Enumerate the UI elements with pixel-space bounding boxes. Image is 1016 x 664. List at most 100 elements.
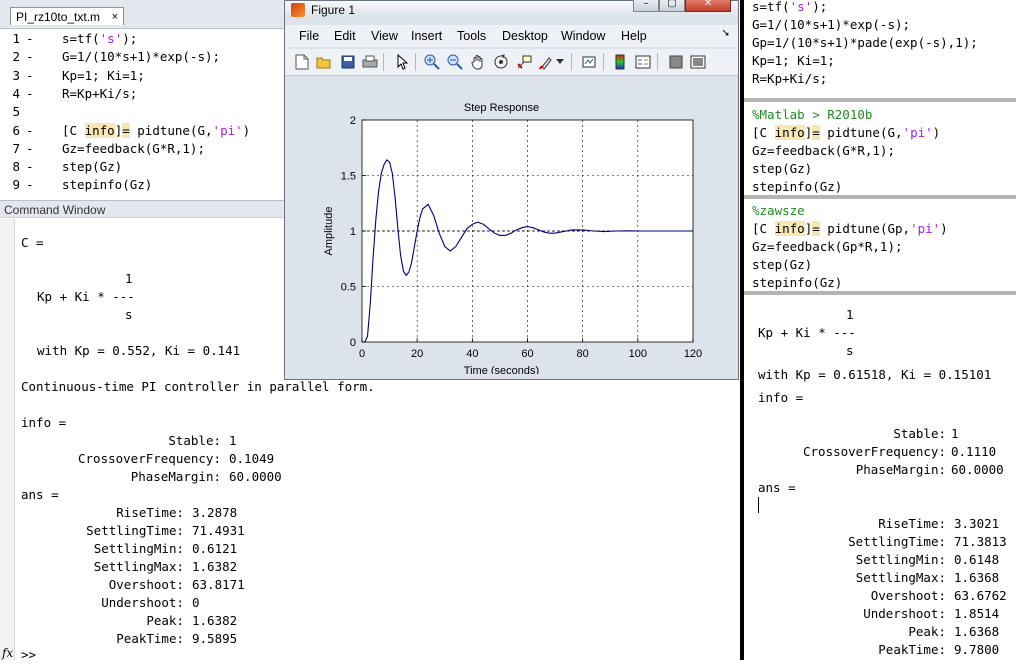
x-tick-label: 20 (411, 348, 423, 360)
brush-icon[interactable] (538, 53, 556, 71)
close-button[interactable]: ✕ (685, 0, 731, 12)
save-icon[interactable] (339, 53, 357, 71)
open-file-icon[interactable] (315, 53, 333, 71)
print-icon[interactable] (361, 53, 379, 71)
script-line[interactable]: stepinfo(Gz) (752, 274, 842, 292)
breakpoint-marker[interactable]: - (26, 30, 34, 48)
y-tick-label: 0.5 (341, 282, 356, 294)
rotate-icon[interactable] (492, 53, 510, 71)
script-line[interactable]: Gz=feedback(G*R,1); (752, 142, 895, 160)
code-text: [C info]= pidtune(G,'pi') (62, 122, 251, 138)
editor-line[interactable]: 3- Kp=1; Ki=1; (0, 67, 286, 85)
menu-help[interactable]: Help (621, 29, 647, 43)
breakpoint-marker[interactable]: - (26, 85, 34, 103)
breakpoint-marker[interactable]: - (26, 140, 34, 158)
code-text: R=Kp+Ki/s; (62, 85, 138, 101)
toolbar-separator (571, 53, 572, 71)
show-plot-tools-icon[interactable] (689, 53, 707, 71)
colorbar-icon[interactable] (611, 53, 629, 71)
menu-tools[interactable]: Tools (457, 29, 486, 43)
ans-key: Undershoot: (101, 595, 184, 610)
script-line[interactable]: Gz=feedback(Gp*R,1); (752, 238, 903, 256)
tf-numerator: 1 (125, 271, 133, 286)
editor-line[interactable]: 4- R=Kp+Ki/s; (0, 85, 286, 103)
script-line[interactable]: Gp=1/(10*s+1)*pade(exp(-s),1); (752, 34, 978, 52)
info-key: CrossoverFrequency: (78, 451, 221, 466)
line-number: 2 (12, 49, 20, 65)
editor-line[interactable]: 1- s=tf('s'); (0, 30, 286, 48)
script-line[interactable]: step(Gz) (752, 256, 812, 274)
line-number: 5 (12, 104, 20, 120)
r-ans-key: RiseTime: (878, 516, 946, 531)
comment-zawsze: %zawsze (752, 203, 805, 218)
editor-panel: PI_rz10to_txt.m × 1- s=tf('s'); 2- G=1/(10*… (0, 0, 286, 200)
figure-menu-bar: File Edit View Insert Tools Desktop Wind… (285, 25, 738, 47)
brush-dropdown-icon[interactable] (555, 53, 565, 71)
script-line[interactable]: s=tf('s'); (752, 0, 827, 16)
r-ans-value: 63.6762 (954, 588, 1007, 603)
step-response-plot[interactable]: 0 20 40 60 80 100 120 0 0.5 1 1.5 2 Step Response Tim… (289, 77, 733, 374)
ans-key: RiseTime: (116, 505, 184, 520)
zoom-in-icon[interactable] (423, 53, 441, 71)
c-label: C = (21, 235, 44, 250)
script-line[interactable]: R=Kp+Ki/s; (752, 70, 827, 88)
editor-line[interactable]: 5 (0, 103, 286, 121)
info-value: 0.1049 (229, 451, 275, 466)
pan-icon[interactable] (469, 53, 487, 71)
breakpoint-marker[interactable]: - (26, 67, 34, 85)
breakpoint-marker[interactable]: - (26, 48, 34, 66)
fx-icon[interactable]: fx (2, 646, 13, 660)
script-line[interactable]: [C info]= pidtune(Gp,'pi') (752, 220, 948, 238)
gains-line: with Kp = 0.552, Ki = 0.141 (37, 343, 241, 358)
r-ans-key: Overshoot: (870, 588, 946, 603)
pointer-icon[interactable] (393, 53, 411, 71)
tf-denominator: s (125, 307, 133, 322)
info-label: info = (21, 415, 67, 430)
menu-file[interactable]: File (299, 29, 319, 43)
maximize-button[interactable]: ▢ (659, 0, 685, 12)
figure-title-bar[interactable]: Figure 1 – ▢ ✕ (285, 0, 738, 19)
editor-line[interactable]: 9- stepinfo(Gz) (0, 176, 286, 194)
menu-desktop[interactable]: Desktop (502, 29, 548, 43)
r-ans-key: Peak: (908, 624, 946, 639)
ans-key: PeakTime: (116, 631, 184, 646)
menu-view[interactable]: View (371, 29, 398, 43)
script-line[interactable]: stepinfo(Gz) (752, 178, 842, 196)
figure-canvas[interactable]: 0 20 40 60 80 100 120 0 0.5 1 1.5 2 Step Response Tim… (289, 77, 733, 374)
editor-line[interactable]: 6- [C info]= pidtune(G,'pi') (0, 122, 286, 140)
editor-line[interactable]: 8- step(Gz) (0, 158, 286, 176)
x-axis-label: Time (seconds) (464, 365, 539, 374)
menu-dock-arrow-icon[interactable]: ➘ (722, 28, 730, 39)
breakpoint-marker[interactable]: - (26, 176, 34, 194)
command-prompt[interactable]: >> (21, 646, 36, 664)
r-ans-value: 0.6148 (954, 552, 1000, 567)
line-number: 3 (12, 67, 20, 83)
script-line[interactable]: step(Gz) (752, 160, 812, 178)
data-cursor-icon[interactable] (515, 53, 533, 71)
script-line[interactable]: Kp=1; Ki=1; (752, 52, 835, 70)
new-figure-icon[interactable] (293, 53, 311, 71)
code-text: s=tf('s'); (62, 31, 138, 46)
info-value: 60.0000 (229, 469, 282, 484)
script-line[interactable]: G=1/(10*s+1)*exp(-s); (752, 16, 910, 34)
menu-insert[interactable]: Insert (411, 29, 442, 43)
r-ans-key: Undershoot: (863, 606, 946, 621)
editor-line[interactable]: 7- Gz=feedback(G*R,1); (0, 140, 286, 158)
zoom-out-icon[interactable] (446, 53, 464, 71)
editor-line[interactable]: 2- G=1/(10*s+1)*exp(-s); (0, 48, 286, 66)
legend-icon[interactable] (634, 53, 652, 71)
ans-key: SettlingTime: (86, 523, 184, 538)
breakpoint-marker[interactable]: - (26, 158, 34, 176)
menu-edit[interactable]: Edit (334, 29, 356, 43)
link-plot-icon[interactable] (580, 53, 598, 71)
script-line[interactable]: [C info]= pidtune(G,'pi') (752, 124, 940, 142)
menu-window[interactable]: Window (561, 29, 605, 43)
toolbar-separator (603, 53, 604, 71)
hide-plot-tools-icon[interactable] (667, 53, 685, 71)
cell-separator (744, 291, 1016, 295)
minimize-button[interactable]: – (633, 0, 659, 12)
breakpoint-marker[interactable]: - (26, 122, 34, 140)
editor-file-tab[interactable]: PI_rz10to_txt.m × (10, 7, 124, 25)
r-info-key: PhaseMargin: (855, 462, 946, 477)
close-tab-icon[interactable]: × (112, 8, 118, 26)
